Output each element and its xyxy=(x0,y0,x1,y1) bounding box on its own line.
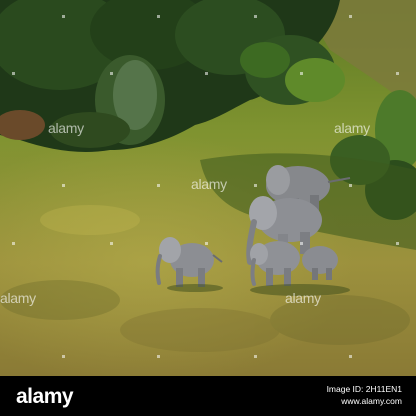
savanna-elephant-photo: alamy alamy alamy alamy alamy xyxy=(0,0,416,376)
image-id: Image ID: 2H11EN1 xyxy=(326,384,402,394)
watermark-dots xyxy=(12,15,399,358)
stock-photo-frame: alamy alamy alamy alamy alamy alamy Imag… xyxy=(0,0,416,416)
stock-footer-bar: alamy Image ID: 2H11EN1 www.alamy.com xyxy=(0,376,416,416)
image-meta: Image ID: 2H11EN1 www.alamy.com xyxy=(327,383,402,407)
alamy-logo: alamy xyxy=(16,385,74,408)
site-url: www.alamy.com xyxy=(341,396,402,406)
